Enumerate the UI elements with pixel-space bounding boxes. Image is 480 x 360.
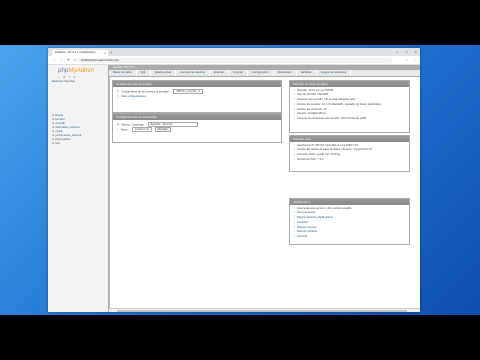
theme-select[interactable]: pmahomme: [131, 126, 152, 132]
horizontal-scrollbar[interactable]: [109, 307, 420, 312]
appearance-settings-panel: Configuraciones de apariencia ◉ Idioma - …: [112, 112, 282, 143]
tab-replication[interactable]: Replicación: [274, 69, 297, 76]
wrench-icon: ✎: [117, 94, 120, 98]
expand-icon[interactable]: ⊕: [52, 114, 54, 117]
phpmyadmin-logo[interactable]: phpMyAdmin: [58, 67, 94, 74]
settings-gear-icon[interactable]: ⚙: [63, 75, 66, 79]
expand-icon[interactable]: ⊕: [52, 130, 54, 133]
theme-icon: ◐: [117, 127, 119, 131]
web-server-panel: Servidor web • Apache/2.4.37 (Win32) Open…: [289, 134, 410, 172]
quick-links: ⌂ ⚙ ? ⟳: [58, 75, 76, 79]
maximize-button[interactable]: □: [405, 49, 407, 54]
view-all-button[interactable]: Ver todo: [154, 126, 171, 132]
tab-databases[interactable]: Bases de datos: [109, 69, 137, 76]
tab-strip: localhost / 127.0.0.1 | phpMyAdmin × + –…: [48, 48, 420, 56]
tab-charsets[interactable]: Juegos de caracteres: [317, 69, 352, 76]
db-server-panel: Servidor de base de datos • Servidor: 127…: [289, 79, 410, 133]
tab-variables[interactable]: Variables: [297, 69, 317, 76]
refresh-icon[interactable]: ⟳: [73, 75, 76, 79]
general-settings-panel: Configuraciones generales ⚙ Cotejamiento …: [112, 79, 282, 113]
desktop-background: localhost / 127.0.0.1 | phpMyAdmin × + –…: [0, 45, 480, 315]
home-icon[interactable]: ⌂: [58, 75, 60, 79]
window-controls: – □ ×: [396, 49, 417, 54]
panel-splitter[interactable]: [108, 64, 110, 312]
letterbox-top: [0, 0, 480, 45]
list-item: • Conjunto de caracteres del servidor: UT…: [294, 117, 367, 121]
reload-icon[interactable]: ⟳: [67, 58, 70, 62]
expand-icon[interactable]: ⊕: [52, 126, 54, 129]
expand-icon[interactable]: ⊕: [52, 142, 54, 145]
recent-favorites-tabs[interactable]: Recientes Favoritas: [52, 80, 75, 83]
more-settings-link[interactable]: Más configuraciones: [121, 95, 146, 98]
license-link[interactable]: • Licencia: [290, 235, 409, 240]
phpmyadmin-info-panel: phpMyAdmin • Acerca de esta versión: 4.8.…: [289, 197, 410, 245]
minimize-button[interactable]: –: [396, 49, 398, 54]
page-content: phpMyAdmin ⌂ ⚙ ? ⟳ Recientes Favoritas ⊕…: [48, 64, 420, 312]
tab-sql[interactable]: SQL: [137, 69, 151, 76]
navigation-panel: phpMyAdmin ⌂ ⚙ ? ⟳ Recientes Favoritas ⊕…: [48, 64, 109, 312]
browser-window: localhost / 127.0.0.1 | phpMyAdmin × + –…: [48, 48, 420, 312]
bookmark-star-icon[interactable]: ☆: [406, 58, 409, 62]
address-bar[interactable]: localhost/phpmyadmin/index.php: [76, 57, 392, 63]
expand-icon[interactable]: ⊕: [52, 122, 54, 125]
letterbox-bottom: [0, 315, 480, 360]
more-settings-row: ✎ Más configuraciones: [113, 94, 281, 99]
main-menu: Bases de datos SQL Estado actual Cuentas…: [109, 69, 420, 77]
database-tree: ⊕Nueva ⊕bernard ⊕cursodb ⊕information_sc…: [52, 114, 81, 147]
tab-import[interactable]: Importar: [229, 69, 249, 76]
tab-settings[interactable]: Configuración: [248, 69, 274, 76]
expand-icon[interactable]: ⊕: [52, 134, 54, 137]
theme-row: ◐ Tema: pmahomme Ver todo: [113, 126, 281, 132]
tab-export[interactable]: Exportar: [210, 69, 230, 76]
tab-user-accounts[interactable]: Cuentas de usuarios: [176, 69, 210, 76]
list-item: • Versión de PHP: 7.3.0: [294, 157, 324, 161]
tab-close-icon[interactable]: ×: [104, 51, 106, 55]
help-icon[interactable]: ?: [69, 75, 71, 79]
panel-title: Configuraciones de apariencia: [113, 113, 281, 120]
tab-status[interactable]: Estado actual: [151, 69, 177, 76]
back-icon[interactable]: ←: [52, 58, 56, 62]
expand-icon[interactable]: ⊕: [52, 138, 54, 141]
close-window-button[interactable]: ×: [415, 49, 417, 54]
browser-menu-icon[interactable]: ⋮: [413, 58, 416, 62]
forward-icon[interactable]: →: [60, 58, 64, 62]
tab-title: localhost / 127.0.0.1 | phpMyAdmin: [55, 51, 96, 55]
scrollbar-thumb[interactable]: [117, 309, 407, 312]
panel-title: Configuraciones generales: [113, 80, 281, 87]
new-tab-button[interactable]: +: [110, 50, 112, 55]
expand-icon[interactable]: ⊕: [52, 118, 54, 121]
db-item-test[interactable]: ⊕test: [52, 142, 81, 146]
